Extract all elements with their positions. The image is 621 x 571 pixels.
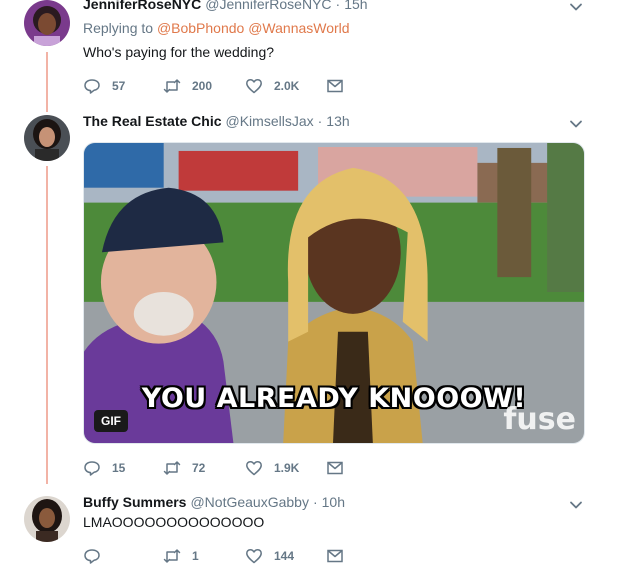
direct-message-button[interactable] bbox=[326, 546, 344, 566]
tweet[interactable]: Buffy Summers @NotGeauxGabby · 10h LMAOO… bbox=[0, 0, 621, 571]
retweet-icon bbox=[163, 549, 181, 563]
like-button[interactable]: 144 bbox=[245, 546, 294, 566]
retweet-count: 1 bbox=[192, 549, 199, 563]
separator-dot: · bbox=[312, 494, 318, 510]
heart-icon bbox=[246, 548, 262, 564]
timestamp[interactable]: 10h bbox=[322, 494, 345, 510]
tweet-text: LMAOOOOOOOOOOOOOO bbox=[83, 514, 265, 530]
retweet-button[interactable]: 1 bbox=[163, 546, 199, 566]
reply-button[interactable] bbox=[83, 546, 112, 566]
tweet-actions: 1 144 bbox=[83, 546, 373, 566]
like-count: 144 bbox=[274, 549, 295, 563]
avatar[interactable] bbox=[24, 496, 70, 542]
tweet-header: Buffy Summers @NotGeauxGabby · 10h bbox=[83, 494, 345, 514]
user-handle[interactable]: @NotGeauxGabby bbox=[190, 494, 309, 510]
reply-icon bbox=[84, 549, 100, 564]
display-name[interactable]: Buffy Summers bbox=[83, 494, 186, 510]
chevron-down-icon[interactable] bbox=[567, 496, 585, 514]
envelope-icon bbox=[327, 549, 343, 563]
